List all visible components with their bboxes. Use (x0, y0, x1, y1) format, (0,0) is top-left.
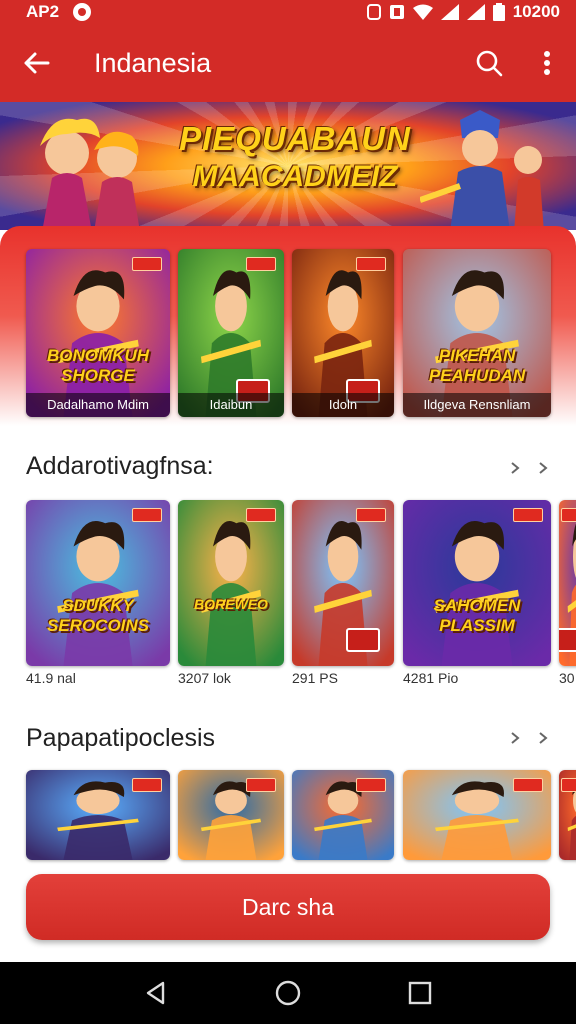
nav-home-icon[interactable] (274, 979, 302, 1007)
wifi-icon (412, 4, 433, 20)
game-card[interactable]: Idoln (292, 249, 394, 417)
notification-icon (73, 3, 92, 21)
app-bar: Indanesia (0, 24, 576, 102)
status-carrier-text: AP2 (26, 2, 60, 21)
card-logo-text: SDUKKY SEROCOINS (46, 596, 150, 636)
character-art-image (178, 500, 284, 666)
card-badge (356, 778, 386, 792)
card-meta: 41.9 nal (26, 670, 76, 686)
hero-title: PIEQUABAUN MAACADMEIZ (150, 120, 440, 194)
game-card[interactable] (26, 770, 170, 860)
card-caption: Idaibun (178, 393, 284, 417)
card-badge (561, 508, 576, 522)
hero-title-line2: MAACADMEIZ (192, 160, 398, 193)
chevron-right-icon[interactable] (508, 731, 522, 745)
card-badge (246, 508, 276, 522)
chevron-right-icon[interactable] (508, 461, 522, 475)
signal-icon (440, 4, 459, 20)
card-badge (132, 778, 162, 792)
section-title: Papapatipoclesis (26, 724, 216, 752)
game-card[interactable]: Idaibun (178, 249, 284, 417)
card-badge (132, 257, 162, 271)
nfc-icon (389, 5, 404, 19)
game-card[interactable] (178, 770, 284, 860)
card-meta: 3207 lok (178, 670, 231, 686)
back-button[interactable] (0, 24, 72, 102)
hero-character-left-image (40, 118, 140, 230)
game-card[interactable] (292, 500, 394, 666)
status-time: 10200 (512, 2, 560, 21)
more-vertical-icon (544, 51, 550, 75)
hero-banner[interactable]: PIEQUABAUN MAACADMEIZ (0, 102, 576, 230)
system-nav-bar (0, 962, 576, 1024)
search-button[interactable] (460, 24, 518, 102)
card-badge (356, 257, 386, 271)
card-logo-text: BOREWEO (194, 596, 268, 613)
card-logo-text: PIKEHAN PEAHUDAN (428, 346, 526, 386)
arrow-left-icon (24, 52, 50, 74)
search-icon (476, 50, 503, 77)
sim-icon (366, 4, 381, 20)
character-art-image (26, 249, 170, 417)
card-caption: Dadalhamo Mdim (26, 393, 170, 417)
card-badge (513, 508, 543, 522)
card-badge (246, 257, 276, 271)
card-emblem (559, 628, 576, 652)
game-card[interactable]: PIKEHAN PEAHUDAN Ildgeva Rensnliam (403, 249, 551, 417)
character-art-image (403, 249, 551, 417)
hero-character-right-image (420, 110, 544, 230)
game-card[interactable] (559, 770, 576, 860)
nav-recents-icon[interactable] (407, 980, 433, 1006)
game-card[interactable]: BOREWEO (178, 500, 284, 666)
battery-icon (492, 3, 505, 21)
section-title: Addarotivagfnsa: (26, 452, 214, 480)
card-badge (132, 508, 162, 522)
more-options-button[interactable] (518, 24, 576, 102)
chevron-right-icon[interactable] (536, 731, 550, 745)
game-card[interactable] (403, 770, 551, 860)
hero-title-line1: PIEQUABAUN (179, 120, 411, 157)
game-card[interactable] (559, 500, 576, 666)
status-bar: AP2 10200 (0, 0, 576, 24)
chevron-right-icon[interactable] (536, 461, 550, 475)
card-logo-text: SAHOMEN PLASSIM (433, 596, 521, 636)
character-art-image (26, 500, 170, 666)
card-meta: 291 PS (292, 670, 338, 686)
card-badge (246, 778, 276, 792)
card-badge (561, 778, 576, 792)
page-title: Indanesia (94, 47, 212, 78)
card-caption: Ildgeva Rensnliam (403, 393, 551, 417)
card-meta: 4281 Pio (403, 670, 459, 686)
primary-action-button[interactable]: Darc sha (26, 874, 550, 940)
card-badge (356, 508, 386, 522)
game-card[interactable] (292, 770, 394, 860)
card-caption: Idoln (292, 393, 394, 417)
character-art-image (403, 500, 551, 666)
game-card[interactable]: SAHOMEN PLASSIM (403, 500, 551, 666)
game-card[interactable]: SDUKKY SEROCOINS (26, 500, 170, 666)
card-emblem (346, 628, 380, 652)
signal-2-icon (466, 4, 485, 20)
card-badge (513, 778, 543, 792)
card-meta: 30 (559, 670, 575, 686)
card-logo-text: BONOMKUH SHORGE (47, 346, 149, 386)
nav-back-icon[interactable] (143, 980, 169, 1006)
game-card[interactable]: BONOMKUH SHORGE Dadalhamo Mdim (26, 249, 170, 417)
